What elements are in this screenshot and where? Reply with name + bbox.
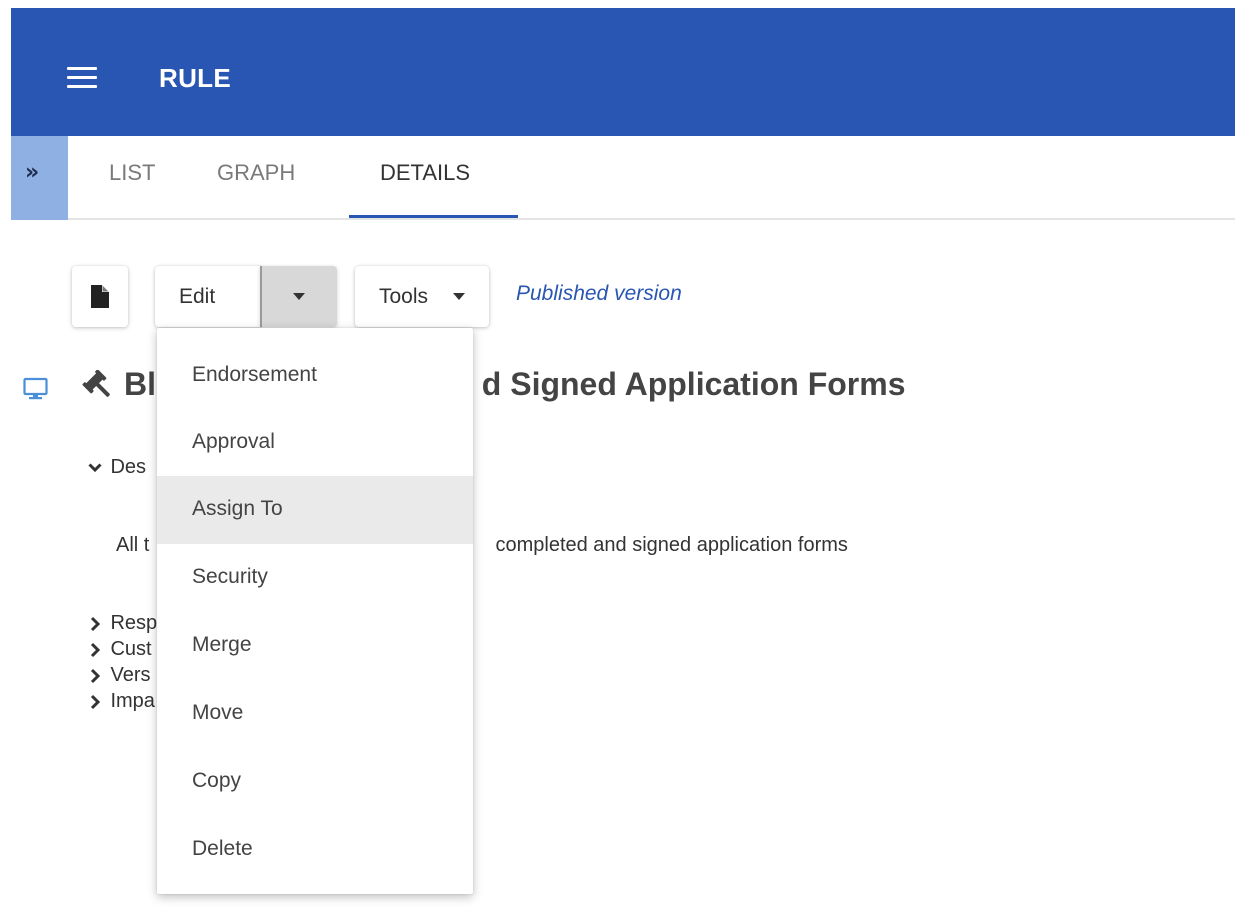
hamburger-menu-icon[interactable] xyxy=(67,67,97,89)
chevron-right-icon xyxy=(90,616,101,631)
tab-list[interactable]: LIST xyxy=(109,160,155,186)
section-label: Resp xyxy=(110,612,158,634)
sidebar-expand-button[interactable]: » xyxy=(11,136,68,220)
double-chevron-right-icon: » xyxy=(25,160,39,185)
caret-down-icon xyxy=(453,293,465,300)
menu-item-label: Merge xyxy=(192,633,252,656)
edit-button-label: Edit xyxy=(179,285,216,308)
section-versions[interactable]: Vers xyxy=(88,664,150,690)
section-custom-properties[interactable]: Cust xyxy=(88,638,152,664)
page-title: RULE xyxy=(159,63,231,93)
chevron-down-icon xyxy=(88,462,102,472)
version-status: Published version xyxy=(516,282,682,305)
description-text-right: completed and signed application forms xyxy=(495,534,848,556)
edit-button[interactable]: Edit xyxy=(155,266,261,327)
gavel-icon xyxy=(82,370,110,397)
app-window: RULE » LIST GRAPH DETAILS Edit Tools Pub… xyxy=(0,0,1235,914)
app-header: RULE xyxy=(11,8,1235,136)
rule-title-right: d Signed Application Forms xyxy=(481,366,906,402)
section-responsibilities[interactable]: Resp xyxy=(88,612,157,638)
menu-item-label: Move xyxy=(192,701,244,724)
menu-item-label: Security xyxy=(192,565,268,588)
tab-bar: » LIST GRAPH DETAILS xyxy=(11,136,1235,220)
menu-item-endorsement[interactable]: Endorsement xyxy=(157,342,473,410)
active-tab-indicator xyxy=(349,215,518,218)
document-button[interactable] xyxy=(72,266,128,327)
chevron-right-icon xyxy=(90,668,101,683)
monitor-icon[interactable] xyxy=(23,377,48,401)
menu-item-merge[interactable]: Merge xyxy=(157,612,473,680)
menu-item-label: Delete xyxy=(192,837,253,860)
menu-item-label: Copy xyxy=(192,769,242,792)
edit-dropdown-menu: Endorsement Approval Assign To Security … xyxy=(157,328,473,894)
menu-item-approval[interactable]: Approval xyxy=(157,409,473,477)
chevron-right-icon xyxy=(90,642,101,657)
edit-dropdown-toggle[interactable] xyxy=(260,266,337,327)
rule-title-left: Bl xyxy=(124,366,156,402)
chevron-right-icon xyxy=(90,694,101,709)
tab-details[interactable]: DETAILS xyxy=(380,160,470,186)
section-label: Cust xyxy=(110,638,152,660)
menu-item-label: Approval xyxy=(192,430,275,453)
section-label: Impa xyxy=(110,690,155,712)
menu-item-assign-to[interactable]: Assign To xyxy=(157,476,473,544)
tools-button-label: Tools xyxy=(379,285,429,308)
section-label: Des xyxy=(110,456,147,478)
section-impact[interactable]: Impa xyxy=(88,690,155,716)
caret-down-icon xyxy=(293,293,305,300)
menu-item-label: Assign To xyxy=(192,497,283,520)
section-description[interactable]: Des xyxy=(88,456,146,482)
menu-item-copy[interactable]: Copy xyxy=(157,748,473,816)
document-icon xyxy=(91,285,109,308)
tab-graph[interactable]: GRAPH xyxy=(217,160,295,186)
menu-item-security[interactable]: Security xyxy=(157,544,473,612)
menu-item-label: Endorsement xyxy=(192,363,317,386)
menu-item-delete[interactable]: Delete xyxy=(157,816,473,884)
description-text-left: All t xyxy=(116,534,150,556)
menu-item-move[interactable]: Move xyxy=(157,680,473,748)
section-label: Vers xyxy=(110,664,151,686)
tools-dropdown-button[interactable]: Tools xyxy=(355,266,489,327)
